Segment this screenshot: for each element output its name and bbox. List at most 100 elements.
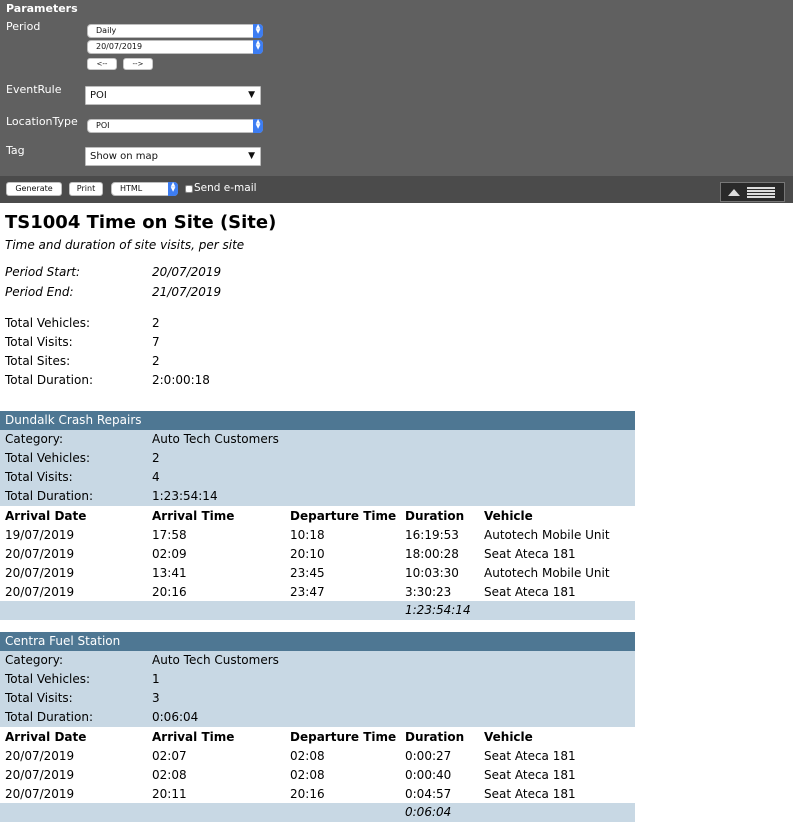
site-section: Centra Fuel Station Category: Auto Tech C… [0, 632, 635, 822]
next-period-button[interactable]: --> [123, 58, 153, 70]
duration-cell: 3:30:23 [405, 584, 452, 599]
print-button[interactable]: Print [69, 182, 103, 196]
meta-label: Category: [5, 432, 63, 446]
meta-value: 0:06:04 [152, 710, 199, 724]
arrival-date-cell: 19/07/2019 [5, 527, 75, 542]
meta-label: Total Visits: [5, 470, 73, 484]
report-subtitle: Time and duration of site visits, per si… [5, 238, 245, 252]
period-start-value: 20/07/2019 [152, 265, 222, 279]
select-arrows-icon: ▲ ▼ [253, 40, 263, 54]
meta-label: Total Visits: [5, 691, 73, 705]
period-start-label: Period Start: [5, 265, 81, 279]
menu-icon [747, 187, 775, 198]
duration-cell: 0:00:40 [405, 767, 452, 782]
vehicle-cell: Seat Ateca 181 [484, 767, 576, 782]
locationtype-label: LocationType [6, 115, 78, 128]
column-header: Departure Time [290, 729, 397, 744]
vehicle-cell: Seat Ateca 181 [484, 546, 576, 561]
arrival-time-cell: 02:09 [152, 546, 187, 561]
table-row: 20/07/2019 02:09 20:10 18:00:28 Seat Ate… [0, 544, 635, 563]
column-header: Vehicle [484, 729, 533, 744]
departure-time-cell: 02:08 [290, 767, 325, 782]
site-meta: Category: Auto Tech Customers Total Vehic… [0, 430, 635, 506]
table-row: 20/07/2019 20:11 20:16 0:04:57 Seat Atec… [0, 784, 635, 803]
site-name: Centra Fuel Station [0, 632, 635, 651]
date-select-value: 20/07/2019 [96, 42, 143, 51]
parameters-title: Parameters [6, 2, 78, 15]
arrival-date-cell: 20/07/2019 [5, 767, 75, 782]
table-row: 20/07/2019 02:07 02:08 0:00:27 Seat Atec… [0, 746, 635, 765]
site-total-row: 0:06:04 [0, 803, 635, 822]
arrival-time-cell: 20:11 [152, 786, 187, 801]
arrival-date-cell: 20/07/2019 [5, 748, 75, 763]
arrival-date-cell: 20/07/2019 [5, 584, 75, 599]
vehicle-cell: Seat Ateca 181 [484, 748, 576, 763]
vehicle-cell: Seat Ateca 181 [484, 786, 576, 801]
summary-duration-label: Total Duration: [5, 373, 94, 387]
select-arrows-icon: ▲ ▼ [253, 24, 263, 38]
column-header: Arrival Date [5, 729, 87, 744]
eventrule-label: EventRule [6, 83, 62, 96]
format-select[interactable]: HTML ▲ ▼ [111, 182, 178, 196]
vehicle-cell: Autotech Mobile Unit [484, 527, 610, 542]
column-header: Duration [405, 508, 465, 523]
duration-cell: 0:00:27 [405, 748, 452, 763]
column-header: Arrival Time [152, 729, 235, 744]
eventrule-select[interactable]: POI ▼ [85, 86, 261, 105]
meta-label: Total Duration: [5, 710, 94, 724]
meta-value: Auto Tech Customers [152, 653, 279, 667]
panel-toggle-button[interactable] [720, 182, 785, 202]
departure-time-cell: 23:45 [290, 565, 325, 580]
column-header: Departure Time [290, 508, 397, 523]
parameters-panel: Parameters Period Daily ▲ ▼ 20/07/2019 ▲ ▼… [0, 0, 793, 176]
arrival-date-cell: 20/07/2019 [5, 565, 75, 580]
meta-value: 2 [152, 451, 160, 465]
column-header: Duration [405, 729, 465, 744]
tag-select[interactable]: Show on map ▼ [85, 147, 261, 166]
summary-duration-value: 2:0:00:18 [152, 373, 210, 387]
arrival-time-cell: 17:58 [152, 527, 187, 542]
tag-select-value: Show on map [90, 151, 159, 162]
table-row: 20/07/2019 13:41 23:45 10:03:30 Autotech… [0, 563, 635, 582]
duration-cell: 0:04:57 [405, 786, 452, 801]
date-select[interactable]: 20/07/2019 ▲ ▼ [87, 40, 263, 54]
column-header: Arrival Date [5, 508, 87, 523]
summary-vehicles-value: 2 [152, 316, 160, 330]
meta-label: Total Vehicles: [5, 451, 91, 465]
table-header-row: Arrival Date Arrival Time Departure Time… [0, 506, 635, 525]
toolbar: Generate Print HTML ▲ ▼ Send e-mail [0, 176, 793, 203]
arrival-time-cell: 02:07 [152, 748, 187, 763]
table-row: 20/07/2019 02:08 02:08 0:00:40 Seat Atec… [0, 765, 635, 784]
vehicle-cell: Autotech Mobile Unit [484, 565, 610, 580]
arrival-date-cell: 20/07/2019 [5, 786, 75, 801]
locationtype-select[interactable]: POI ▲ ▼ [87, 119, 263, 133]
departure-time-cell: 20:16 [290, 786, 325, 801]
arrival-time-cell: 20:16 [152, 584, 187, 599]
period-select[interactable]: Daily ▲ ▼ [87, 24, 263, 38]
site-name: Dundalk Crash Repairs [0, 411, 635, 430]
summary-visits-value: 7 [152, 335, 160, 349]
table-row: 20/07/2019 20:16 23:47 3:30:23 Seat Atec… [0, 582, 635, 601]
visits-table: Arrival Date Arrival Time Departure Time… [0, 727, 635, 803]
summary-visits-label: Total Visits: [5, 335, 73, 349]
generate-button[interactable]: Generate [6, 182, 62, 196]
meta-value: 3 [152, 691, 160, 705]
summary-vehicles-label: Total Vehicles: [5, 316, 91, 330]
meta-label: Total Vehicles: [5, 672, 91, 686]
meta-value: 1:23:54:14 [152, 489, 218, 503]
departure-time-cell: 02:08 [290, 748, 325, 763]
vehicle-cell: Seat Ateca 181 [484, 584, 576, 599]
format-select-value: HTML [120, 184, 143, 193]
meta-value: 1 [152, 672, 160, 686]
period-end-value: 21/07/2019 [152, 285, 222, 299]
chevron-down-icon: ▼ [248, 151, 255, 161]
period-end-label: Period End: [5, 285, 74, 299]
site-total-duration: 0:06:04 [405, 805, 452, 819]
column-header: Vehicle [484, 508, 533, 523]
send-email-checkbox[interactable] [185, 185, 193, 193]
tag-label: Tag [6, 144, 25, 157]
meta-value: Auto Tech Customers [152, 432, 279, 446]
previous-period-button[interactable]: <-- [87, 58, 117, 70]
chevron-down-icon: ▼ [248, 90, 255, 100]
column-header: Arrival Time [152, 508, 235, 523]
